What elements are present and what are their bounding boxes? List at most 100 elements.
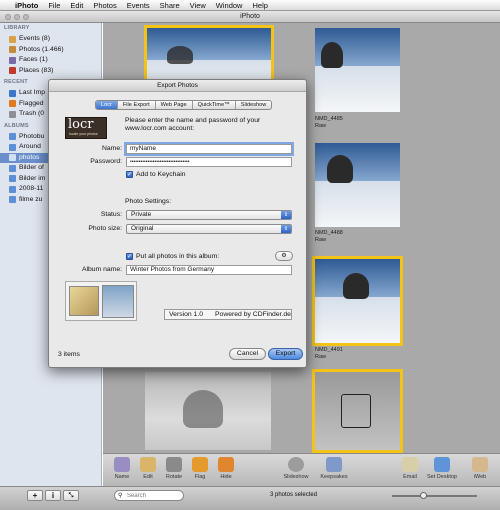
menu-share[interactable]: Share [160, 1, 180, 10]
sidebar-item-label: Trash (0 [19, 110, 45, 117]
zoom-slider-knob[interactable] [420, 492, 427, 499]
iweb-label: iWeb [473, 474, 487, 480]
popup-arrows-icon: ⇕ [281, 211, 291, 219]
menu-events[interactable]: Events [127, 1, 150, 10]
sidebar-item-events[interactable]: Events (8) [0, 34, 101, 45]
tab-locr[interactable]: Locr [96, 101, 118, 109]
album-icon [9, 185, 16, 193]
sidebar-item-label: Places (83) [19, 66, 54, 74]
edit-label: Edit [143, 474, 153, 480]
info-panel-button[interactable]: i [45, 490, 61, 501]
photo-format: Raw [315, 354, 327, 360]
photo-size-popup[interactable]: Original ⇕ [126, 224, 292, 234]
sidebar-item-label: Photobu [19, 132, 45, 140]
preview-image [65, 281, 137, 321]
album-name-field[interactable]: Winter Photos from Germany [126, 265, 292, 275]
sidebar-item-label: Photos (1.466) [19, 45, 64, 53]
slideshow-button[interactable]: Slideshow [279, 457, 313, 480]
album-icon [9, 154, 16, 162]
photo-thumbnail[interactable] [312, 256, 403, 346]
gear-menu-icon[interactable]: ⚙ [275, 251, 293, 261]
tab-web-page[interactable]: Web Page [156, 101, 193, 109]
popup-arrows-icon: ⇕ [281, 225, 291, 233]
status-popup[interactable]: Private ⇕ [126, 210, 292, 220]
keychain-checkbox[interactable]: ✓ [126, 171, 133, 178]
menu-file[interactable]: File [48, 1, 60, 10]
photo-thumbnail[interactable] [315, 143, 400, 227]
logo-text: locr [68, 117, 94, 132]
zoom-window-button[interactable] [23, 14, 29, 20]
tab-quicktime[interactable]: QuickTime™ [193, 101, 236, 109]
photo-settings-header: Photo Settings: [125, 198, 172, 205]
logo-subtitle: locate your photos [69, 132, 98, 136]
email-button[interactable]: Email [393, 457, 427, 480]
password-field[interactable]: •••••••••••••••••••••••••••••••••• [126, 157, 292, 167]
minimize-window-button[interactable] [14, 14, 20, 20]
put-in-album-checkbox[interactable]: ✓ [126, 253, 133, 260]
items-count: 3 items [58, 351, 80, 358]
photos-icon [9, 46, 16, 54]
sidebar-item-label: Last Imp [19, 89, 46, 96]
photo-title: NMD_4491 [315, 347, 343, 353]
album-icon [9, 175, 16, 183]
sidebar-item-faces[interactable]: Faces (1) [0, 55, 101, 66]
zoom-slider[interactable] [392, 495, 477, 497]
set-desktop-button[interactable]: Set Desktop [425, 457, 459, 480]
menu-view[interactable]: View [190, 1, 206, 10]
email-icon [402, 457, 418, 472]
sidebar-item-photos[interactable]: Photos (1.466) [0, 45, 101, 56]
keepsakes-label: Keepsakes [320, 474, 348, 480]
hide-button[interactable]: Hide [209, 457, 243, 480]
photo-size-value: Original [131, 225, 154, 232]
photo-format: Raw [315, 237, 327, 243]
menu-window[interactable]: Window [216, 1, 243, 10]
photo-thumbnail[interactable] [312, 369, 403, 453]
edit-icon [140, 457, 156, 472]
search-field[interactable]: ⚲ [114, 490, 184, 501]
sidebar-item-label: Flagged [19, 99, 44, 107]
photo-thumbnail[interactable] [315, 28, 400, 112]
locr-logo: locr locate your photos [65, 117, 107, 139]
tab-slideshow[interactable]: Slideshow [236, 101, 271, 109]
iweb-icon [472, 457, 488, 472]
sidebar-item-label: Bilder of [19, 164, 44, 171]
hide-label: Hide [220, 474, 232, 480]
flag-icon [192, 457, 208, 472]
sidebar-item-label: Events (8) [19, 35, 50, 42]
password-label: Password: [90, 158, 122, 165]
search-input[interactable] [127, 492, 181, 499]
sidebar-item-places[interactable]: Places (83) [0, 66, 101, 77]
photo-size-label: Photo size: [88, 225, 122, 232]
sidebar-item-label: Around [19, 143, 41, 150]
last-import-icon [9, 89, 16, 97]
iweb-button[interactable]: iWeb [463, 457, 497, 480]
places-icon [9, 67, 16, 75]
menu-help[interactable]: Help [252, 1, 267, 10]
photo-title: NMD_4488 [315, 230, 343, 236]
set-desktop-label: Set Desktop [427, 474, 457, 480]
add-button[interactable]: + [27, 490, 43, 501]
keychain-label: Add to Keychain [136, 171, 186, 178]
name-label: Name: [101, 145, 122, 152]
desktop-icon [434, 457, 450, 472]
keepsakes-icon [326, 457, 342, 472]
tab-file-export[interactable]: File Export [118, 101, 156, 109]
version-panel: Version 1.0 Powered by CDFinder.de [164, 309, 292, 320]
export-dialog: Export Photos Locr File Export Web Page … [48, 79, 307, 368]
search-icon: ⚲ [118, 493, 123, 499]
album-icon [9, 196, 16, 204]
selection-status: 3 photos selected [270, 492, 318, 498]
menu-edit[interactable]: Edit [70, 1, 83, 10]
album-icon [9, 143, 16, 151]
photo-thumbnail[interactable] [145, 372, 271, 450]
export-button[interactable]: Export [268, 348, 303, 360]
menu-iphoto[interactable]: iPhoto [15, 1, 38, 10]
menu-photos[interactable]: Photos [93, 1, 116, 10]
fullscreen-button[interactable]: ⤡ [63, 490, 79, 501]
status-label: Status: [100, 211, 122, 218]
keepsakes-button[interactable]: Keepsakes [317, 457, 351, 480]
close-window-button[interactable] [5, 14, 11, 20]
name-field[interactable]: myName [126, 144, 292, 154]
sidebar-item-label: Bilder im [19, 174, 46, 182]
cancel-button[interactable]: Cancel [229, 348, 266, 360]
